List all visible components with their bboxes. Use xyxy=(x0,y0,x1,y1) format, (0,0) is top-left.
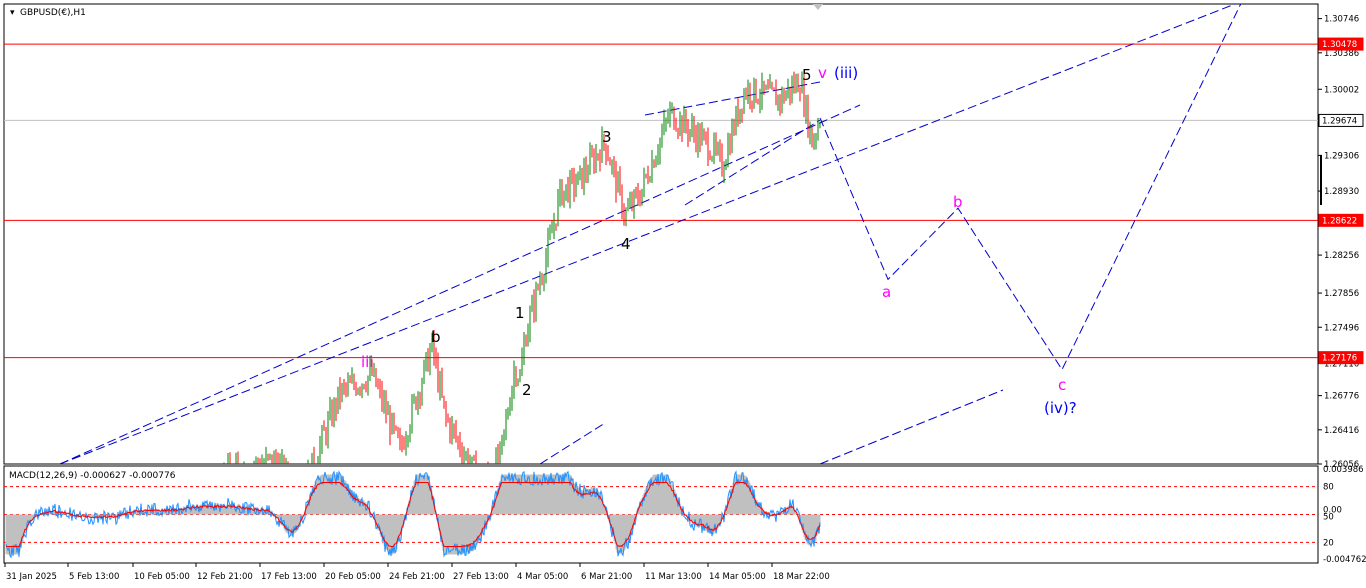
wave-label-v: v xyxy=(818,64,827,82)
price-box-label: 1.27176 xyxy=(1322,354,1357,364)
wave-label-iii: iii xyxy=(361,353,374,371)
price-tick-label: 1.30002 xyxy=(1324,85,1359,95)
time-tick-label: 12 Feb 21:00 xyxy=(197,572,253,582)
wave-label-b: b xyxy=(953,193,963,211)
price-box-label: 1.30478 xyxy=(1322,40,1357,50)
price-tick-label: 1.27856 xyxy=(1324,289,1359,299)
time-tick-label: 6 Mar 21:00 xyxy=(581,572,632,582)
time-tick-label: 14 Mar 05:00 xyxy=(709,572,766,582)
price-tick-label: 1.26776 xyxy=(1324,392,1359,402)
wave-label-3: 3 xyxy=(602,128,612,146)
price-tick-label: 1.28256 xyxy=(1324,251,1359,261)
price-tick-label: 1.29306 xyxy=(1324,151,1359,161)
main-pane[interactable] xyxy=(3,3,1319,465)
macd-tick-label: 0.003986 xyxy=(1323,465,1364,475)
time-tick-label: 27 Feb 13:00 xyxy=(453,572,509,582)
wave-label-iii-major: (iii) xyxy=(834,64,858,82)
wave-label-a: a xyxy=(882,283,891,301)
price-axis[interactable]: 1.307461.303861.300021.293061.289301.282… xyxy=(1318,15,1366,565)
wave-label-2: 2 xyxy=(522,381,532,399)
wave-label-4: 4 xyxy=(621,235,631,253)
macd-tick-label: -0.004762 xyxy=(1323,555,1366,565)
price-tick-label: 1.30746 xyxy=(1324,15,1359,25)
price-box-1.28622: 1.28622 xyxy=(1318,213,1364,227)
time-tick-label: 20 Feb 05:00 xyxy=(325,572,381,582)
macd-tick-label: 80 xyxy=(1323,483,1334,493)
macd-tick-label: 20 xyxy=(1323,538,1334,548)
time-tick-label: 11 Mar 13:00 xyxy=(645,572,702,582)
time-tick-label: 10 Feb 05:00 xyxy=(134,572,190,582)
time-tick-label: 17 Feb 13:00 xyxy=(261,572,317,582)
wave-label-1: 1 xyxy=(515,304,525,322)
macd-header: MACD(12,26,9) -0.000627 -0.000776 xyxy=(9,471,176,481)
time-tick-label: 18 Mar 22:00 xyxy=(773,572,830,582)
price-tick-label: 1.27496 xyxy=(1324,323,1359,333)
wave-label-b-black: b xyxy=(431,328,441,346)
time-tick-label: 4 Mar 05:00 xyxy=(517,572,568,582)
chart-title-arrow: ▾ xyxy=(10,8,15,18)
price-box-1.29674: 1.29674 xyxy=(1318,113,1364,127)
price-tick-label: 1.28930 xyxy=(1324,187,1359,197)
macd-tick-label: 50 xyxy=(1323,513,1334,523)
time-tick-label: 5 Feb 13:00 xyxy=(69,572,119,582)
wave-label-5: 5 xyxy=(802,66,812,84)
axis-scroll-marker[interactable] xyxy=(1320,155,1322,205)
chart-title: GBPUSD(€),H1 xyxy=(20,8,86,18)
time-tick-label: 24 Feb 21:00 xyxy=(389,572,445,582)
chart-svg[interactable]: iii b 1 2 3 4 5 v (iii) a b c (iv)? ▾ GBPUSD(€),H1 1.30… xyxy=(0,0,1366,588)
price-box-label: 1.28622 xyxy=(1322,216,1357,226)
wave-label-iv-major: (iv)? xyxy=(1044,399,1077,417)
time-tick-label: 31 Jan 2025 xyxy=(6,572,57,582)
price-box-1.30478: 1.30478 xyxy=(1318,37,1364,51)
price-tick-label: 1.26416 xyxy=(1324,426,1359,436)
price-box-1.27176: 1.27176 xyxy=(1318,351,1364,365)
price-box-label: 1.29674 xyxy=(1322,116,1357,126)
wave-label-c: c xyxy=(1058,376,1066,394)
time-axis[interactable]: 31 Jan 2025 5 Feb 13:00 10 Feb 05:00 12 Feb… xyxy=(4,563,830,582)
